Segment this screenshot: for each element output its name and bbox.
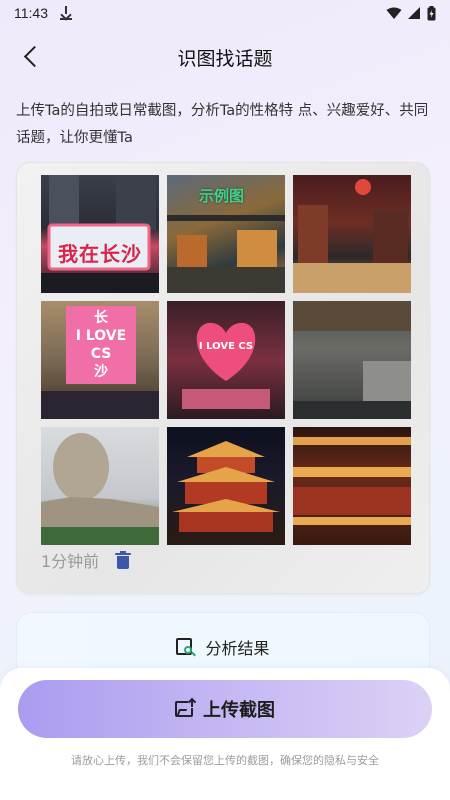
example-photo-5[interactable]: I LOVE CS	[167, 301, 285, 419]
example-card: 我在长沙 长 I LOVE CS 沙 I LOVE CS 示例图 1分钟前	[16, 162, 430, 594]
image-search-icon	[176, 637, 197, 657]
upload-timestamp: 1分钟前	[41, 552, 100, 571]
example-photo-9[interactable]	[293, 427, 411, 545]
bottom-panel: 上传截图 请放心上传，我们不会保留您上传的截图，确保您的隐私与安全	[0, 668, 450, 800]
crowd-icon	[293, 301, 411, 419]
nav-bar: 识图找话题	[0, 36, 450, 76]
heart-sign-text: I LOVE CS	[198, 341, 254, 352]
intro-description: 上传Ta的自拍或日常截图，分析Ta的性格特 点、兴趣爱好、共同话题，让你更懂Ta	[16, 103, 429, 146]
upload-screenshot-label: 上传截图	[203, 700, 275, 721]
analyze-result-content: 分析结果	[17, 635, 429, 659]
status-icons	[386, 5, 436, 21]
example-badge: 示例图	[199, 187, 245, 205]
page-title: 识图找话题	[177, 48, 273, 70]
building-icon	[41, 175, 159, 293]
image-upload-icon	[175, 699, 197, 719]
statue-icon	[41, 433, 159, 545]
status-bar: 11:43	[0, 0, 450, 26]
upload-screenshot-button[interactable]: 上传截图	[18, 680, 432, 738]
privacy-note: 请放心上传，我们不会保留您上传的截图，确保您的隐私与安全	[71, 754, 379, 767]
pink-screen-text: 长 I LOVE CS 沙	[75, 310, 127, 380]
example-photo-7[interactable]	[41, 427, 159, 545]
wifi-icon	[386, 7, 402, 19]
pavilion-closeup-icon	[293, 437, 411, 525]
analyze-result-label: 分析结果	[205, 639, 270, 658]
market-scene-icon	[293, 179, 411, 293]
example-photo-8[interactable]	[167, 427, 285, 545]
trash-icon[interactable]	[115, 551, 132, 569]
example-photo-6[interactable]	[293, 301, 411, 419]
signal-icon	[408, 6, 420, 19]
example-photo-3[interactable]	[293, 175, 411, 293]
example-photo-1[interactable]: 我在长沙	[41, 175, 159, 293]
pavilion-icon	[172, 441, 280, 532]
billboard-text: 我在长沙	[58, 242, 142, 266]
example-photo-4[interactable]: 长 I LOVE CS 沙	[41, 301, 159, 419]
heart-sign-icon	[182, 322, 270, 409]
battery-icon	[427, 5, 436, 20]
status-time: 11:43	[14, 5, 48, 21]
download-icon	[60, 6, 72, 20]
example-footer: 1分钟前	[41, 548, 132, 572]
